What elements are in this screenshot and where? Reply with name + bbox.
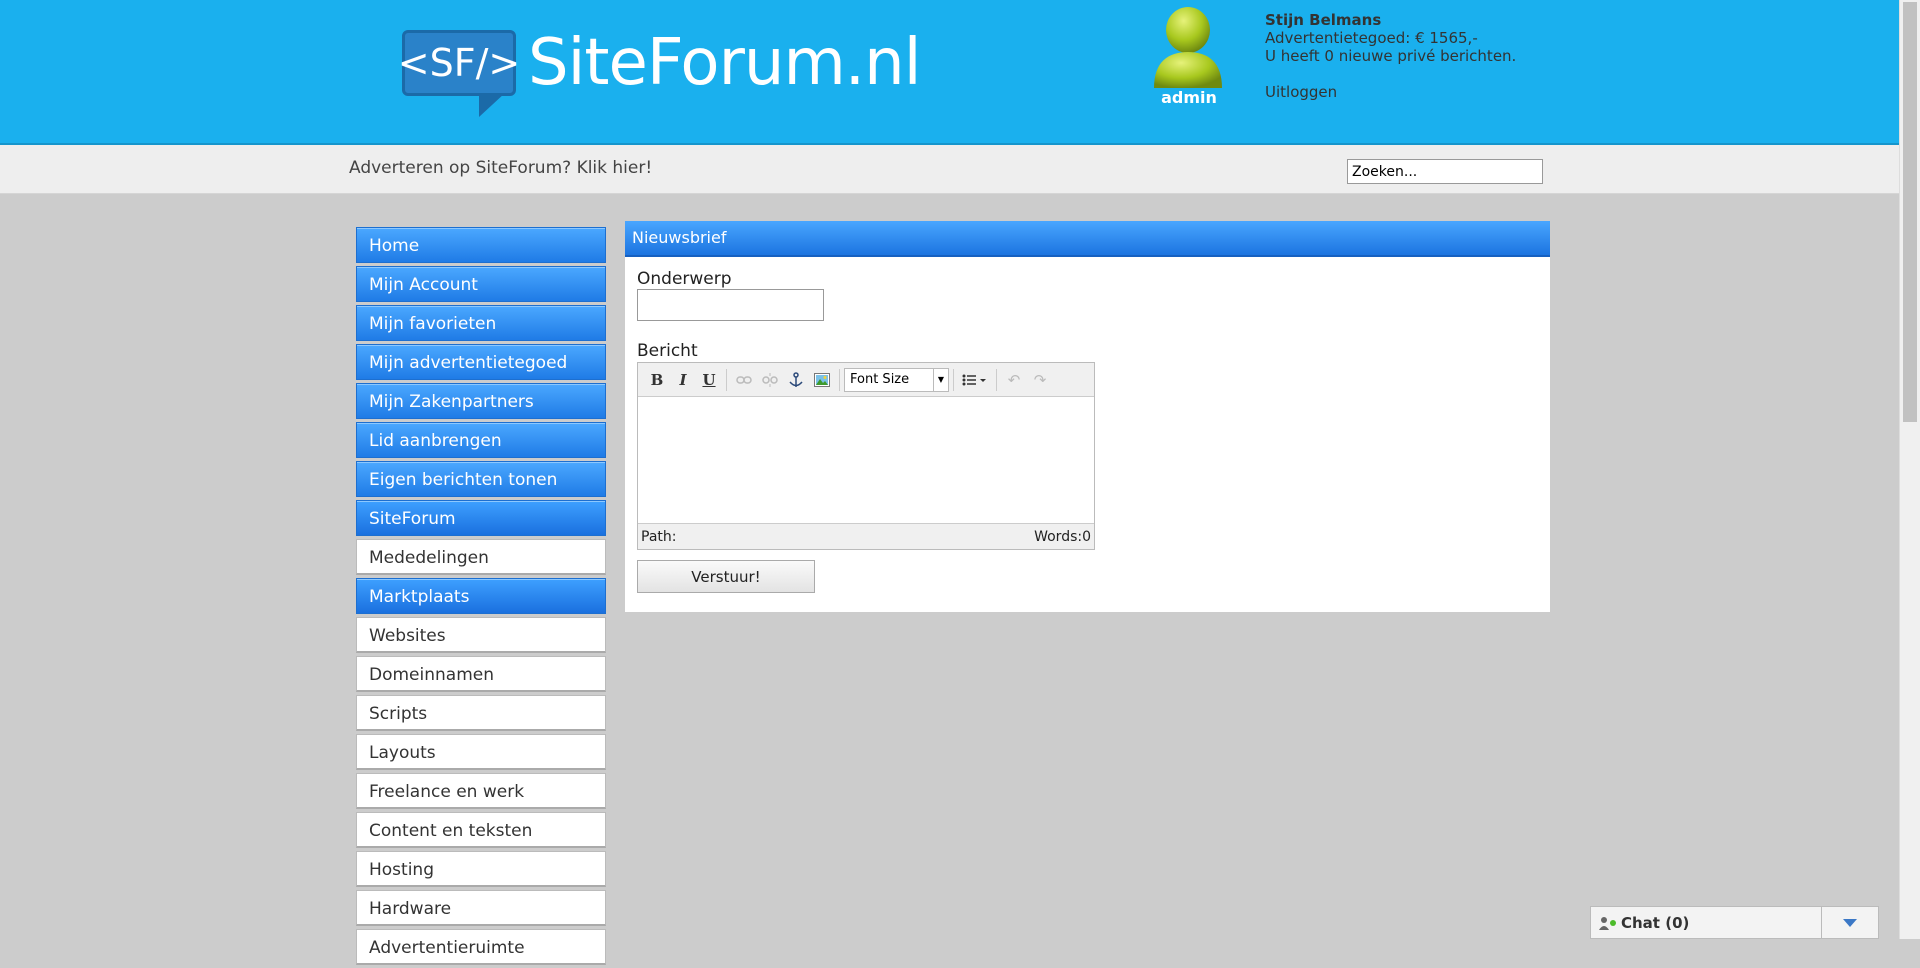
chat-count-close: ) <box>1682 913 1690 932</box>
chat-count-open: ( <box>1665 913 1673 932</box>
toolbar-separator <box>726 368 727 391</box>
sidebar-item-content[interactable]: Content en teksten <box>356 812 606 848</box>
toolbar-separator <box>839 368 840 391</box>
subject-input[interactable] <box>637 289 824 321</box>
scrollbar-thumb[interactable] <box>1903 2 1917 422</box>
page-scrollbar[interactable] <box>1899 0 1920 939</box>
sidebar-item-layouts[interactable]: Layouts <box>356 734 606 770</box>
rich-text-editor: B I U Font Size ▼ ↶ ↷ Path: Words:0 <box>637 362 1095 550</box>
site-logo[interactable]: <SF/> SiteForum.nl <box>398 26 921 117</box>
chat-toggle-button[interactable] <box>1821 907 1878 938</box>
sidebar-item-mijn-advertentietegoed[interactable]: Mijn advertentietegoed <box>356 344 606 380</box>
user-name: Stijn Belmans <box>1265 11 1382 29</box>
sub-bar: Adverteren op SiteForum? Klik hier! <box>0 145 1899 194</box>
toolbar-separator <box>996 368 997 391</box>
sidebar-item-scripts[interactable]: Scripts <box>356 695 606 731</box>
message-label: Bericht <box>637 341 698 361</box>
sidebar-item-hosting[interactable]: Hosting <box>356 851 606 887</box>
sidebar-item-hardware[interactable]: Hardware <box>356 890 606 926</box>
search-input[interactable] <box>1347 159 1543 184</box>
avatar-label: admin <box>1161 88 1217 107</box>
editor-toolbar: B I U Font Size ▼ ↶ ↷ <box>638 363 1094 397</box>
redo-icon[interactable]: ↷ <box>1027 367 1053 393</box>
underline-button[interactable]: U <box>696 367 722 393</box>
panel-title: Nieuwsbrief <box>625 221 1550 257</box>
submit-button[interactable]: Verstuur! <box>637 560 815 593</box>
toolbar-separator <box>953 368 954 391</box>
sidebar-item-home[interactable]: Home <box>356 227 606 263</box>
italic-button[interactable]: I <box>670 367 696 393</box>
word-count: Words:0 <box>1034 528 1091 545</box>
sidebar-item-mijn-zakenpartners[interactable]: Mijn Zakenpartners <box>356 383 606 419</box>
chevron-down-icon <box>1843 918 1857 927</box>
sidebar-item-advertentieruimte[interactable]: Advertentieruimte <box>356 929 606 965</box>
logo-text: SiteForum.nl <box>528 26 921 100</box>
advertise-link[interactable]: Adverteren op SiteForum? Klik hier! <box>349 158 652 178</box>
sidebar-item-websites[interactable]: Websites <box>356 617 606 653</box>
sidebar-item-mijn-favorieten[interactable]: Mijn favorieten <box>356 305 606 341</box>
editor-content-area[interactable] <box>638 397 1094 523</box>
credit-balance: Advertentietegoed: € 1565,- <box>1265 29 1478 47</box>
user-info: Stijn Belmans Advertentietegoed: € 1565,… <box>1265 11 1516 101</box>
anchor-icon[interactable] <box>783 367 809 393</box>
sidebar-item-eigen-berichten[interactable]: Eigen berichten tonen <box>356 461 606 497</box>
font-size-label: Font Size <box>850 372 910 387</box>
bold-button[interactable]: B <box>644 367 670 393</box>
private-messages-status: U heeft 0 nieuwe privé berichten. <box>1265 47 1517 65</box>
font-size-select[interactable]: Font Size ▼ <box>844 367 949 392</box>
site-header: <SF/> SiteForum.nl admin Stijn Belmans A… <box>0 0 1899 145</box>
bullet-list-icon[interactable] <box>958 367 992 393</box>
logo-badge: <SF/> <box>398 30 520 117</box>
sidebar-item-lid-aanbrengen[interactable]: Lid aanbrengen <box>356 422 606 458</box>
sidebar-item-freelance[interactable]: Freelance en werk <box>356 773 606 809</box>
image-icon[interactable] <box>809 367 835 393</box>
chat-bar[interactable]: Chat (0) <box>1590 906 1879 939</box>
link-icon[interactable] <box>731 367 757 393</box>
subject-label: Onderwerp <box>637 269 732 289</box>
sidebar-item-mededelingen[interactable]: Mededelingen <box>356 539 606 575</box>
sidebar-item-domeinnamen[interactable]: Domeinnamen <box>356 656 606 692</box>
logout-link[interactable]: Uitloggen <box>1265 83 1516 101</box>
sidebar-section-marktplaats[interactable]: Marktplaats <box>356 578 606 614</box>
chevron-down-icon: ▼ <box>933 368 948 391</box>
path-label: Path: <box>641 528 677 545</box>
newsletter-panel: Nieuwsbrief Onderwerp Bericht B I U Font… <box>625 221 1550 612</box>
editor-statusbar: Path: Words:0 <box>638 523 1094 549</box>
chat-count: 0 <box>1672 913 1683 932</box>
sidebar-item-mijn-account[interactable]: Mijn Account <box>356 266 606 302</box>
unlink-icon[interactable] <box>757 367 783 393</box>
sidebar-section-siteforum[interactable]: SiteForum <box>356 500 606 536</box>
undo-icon[interactable]: ↶ <box>1001 367 1027 393</box>
sidebar-nav: Home Mijn Account Mijn favorieten Mijn a… <box>356 227 606 968</box>
chat-users-icon <box>1599 916 1617 930</box>
chat-label: Chat <box>1621 913 1660 932</box>
